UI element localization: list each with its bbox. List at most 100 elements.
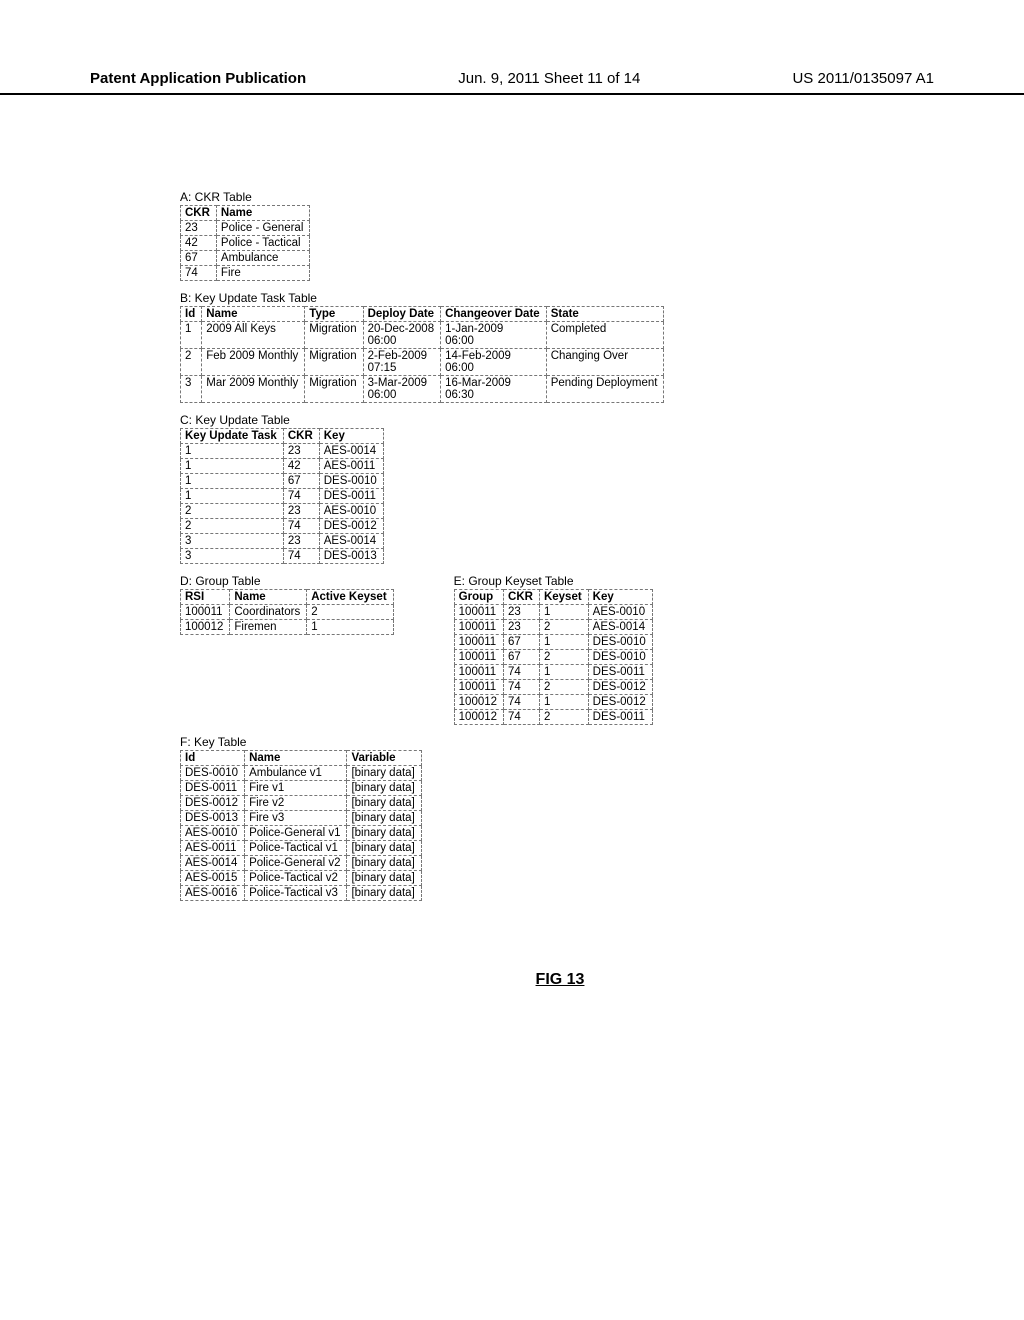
cell: 74: [504, 680, 540, 695]
table-f: Id Name Variable DES-0010Ambulance v1[bi…: [180, 750, 422, 901]
page-header: Patent Application Publication Jun. 9, 2…: [0, 70, 1024, 95]
cell: 2: [181, 349, 202, 376]
cell: Id: [181, 307, 202, 322]
cell: 2: [539, 680, 588, 695]
cell: 16-Mar-2009 06:30: [441, 376, 547, 403]
cell: Migration: [305, 322, 363, 349]
cell: 1: [307, 620, 393, 635]
cell: 100012: [454, 710, 503, 725]
cell: [binary data]: [347, 886, 421, 901]
table-row: 67Ambulance: [181, 251, 310, 266]
table-row: 74Fire: [181, 266, 310, 281]
cell: Changeover Date: [441, 307, 547, 322]
table-c-title: C: Key Update Table: [180, 413, 940, 427]
cell: 74: [504, 665, 540, 680]
content-area: A: CKR Table CKR Name 23Police - General…: [180, 180, 940, 989]
cell: Name: [202, 307, 305, 322]
cell: 74: [504, 710, 540, 725]
cell: 23: [504, 605, 540, 620]
table-row: 23Police - General: [181, 221, 310, 236]
cell: 74: [181, 266, 217, 281]
cell: 2-Feb-2009 07:15: [363, 349, 440, 376]
cell: 100011: [454, 650, 503, 665]
table-b-title: B: Key Update Task Table: [180, 291, 940, 305]
table-row: 123AES-0014: [181, 444, 384, 459]
table-row: 223AES-0010: [181, 504, 384, 519]
table-e: Group CKR Keyset Key 100011231AES-0010 1…: [454, 589, 653, 725]
cell: 74: [283, 519, 319, 534]
cell: 14-Feb-2009 06:00: [441, 349, 547, 376]
cell: 1: [181, 444, 284, 459]
cell: RSI: [181, 590, 230, 605]
table-b: Id Name Type Deploy Date Changeover Date…: [180, 306, 664, 403]
cell: DES-0010: [588, 650, 652, 665]
cell: CKR: [504, 590, 540, 605]
table-a-h0: CKR: [181, 206, 217, 221]
cell: 23: [283, 534, 319, 549]
table-row: 42Police - Tactical: [181, 236, 310, 251]
cell: DES-0013: [319, 549, 383, 564]
table-row: 374DES-0013: [181, 549, 384, 564]
table-row: DES-0011Fire v1[binary data]: [181, 781, 422, 796]
cell: 2: [539, 650, 588, 665]
table-e-wrap: E: Group Keyset Table Group CKR Keyset K…: [454, 564, 653, 725]
cell: Police-Tactical v2: [245, 871, 347, 886]
table-f-title: F: Key Table: [180, 735, 940, 749]
cell: AES-0010: [181, 826, 245, 841]
cell: AES-0014: [588, 620, 652, 635]
cell: Police - General: [216, 221, 309, 236]
table-row: 174DES-0011: [181, 489, 384, 504]
cell: 2: [181, 519, 284, 534]
cell: DES-0011: [181, 781, 245, 796]
cell: DES-0012: [588, 680, 652, 695]
table-row: 100011672DES-0010: [454, 650, 652, 665]
cell: 1: [181, 474, 284, 489]
table-row: 3Mar 2009 MonthlyMigration3-Mar-2009 06:…: [181, 376, 664, 403]
cell: Police-General v2: [245, 856, 347, 871]
cell: [binary data]: [347, 871, 421, 886]
cell: DES-0012: [588, 695, 652, 710]
cell: Completed: [546, 322, 664, 349]
cell: DES-0012: [319, 519, 383, 534]
table-a-header-row: CKR Name: [181, 206, 310, 221]
cell: 1: [539, 605, 588, 620]
cell: Police - Tactical: [216, 236, 309, 251]
cell: Ambulance v1: [245, 766, 347, 781]
cell: 1: [181, 459, 284, 474]
cell: 74: [283, 489, 319, 504]
cell: DES-0012: [181, 796, 245, 811]
cell: AES-0010: [319, 504, 383, 519]
table-row: AES-0016Police-Tactical v3[binary data]: [181, 886, 422, 901]
cell: DES-0011: [588, 665, 652, 680]
cell: CKR: [283, 429, 319, 444]
cell: Type: [305, 307, 363, 322]
cell: DES-0010: [588, 635, 652, 650]
cell: 100012: [181, 620, 230, 635]
figure-caption: FIG 13: [180, 971, 940, 989]
cell: Fire v2: [245, 796, 347, 811]
cell: AES-0011: [319, 459, 383, 474]
cell: 3: [181, 376, 202, 403]
cell: 1: [539, 695, 588, 710]
table-d-title: D: Group Table: [180, 574, 394, 588]
cell: 23: [504, 620, 540, 635]
cell: Coordinators: [230, 605, 307, 620]
cell: 42: [181, 236, 217, 251]
cell: 23: [283, 504, 319, 519]
cell: 100011: [181, 605, 230, 620]
cell: 100011: [454, 620, 503, 635]
cell: 2: [539, 710, 588, 725]
cell: Name: [245, 751, 347, 766]
cell: Active Keyset: [307, 590, 393, 605]
cell: Feb 2009 Monthly: [202, 349, 305, 376]
table-row: 100011741DES-0011: [454, 665, 652, 680]
cell: 1: [181, 322, 202, 349]
cell: Key Update Task: [181, 429, 284, 444]
cell: DES-0010: [181, 766, 245, 781]
cell: 1: [539, 665, 588, 680]
cell: Id: [181, 751, 245, 766]
table-row: DES-0010Ambulance v1[binary data]: [181, 766, 422, 781]
cell: [binary data]: [347, 796, 421, 811]
cell: DES-0011: [588, 710, 652, 725]
cell: 67: [504, 635, 540, 650]
